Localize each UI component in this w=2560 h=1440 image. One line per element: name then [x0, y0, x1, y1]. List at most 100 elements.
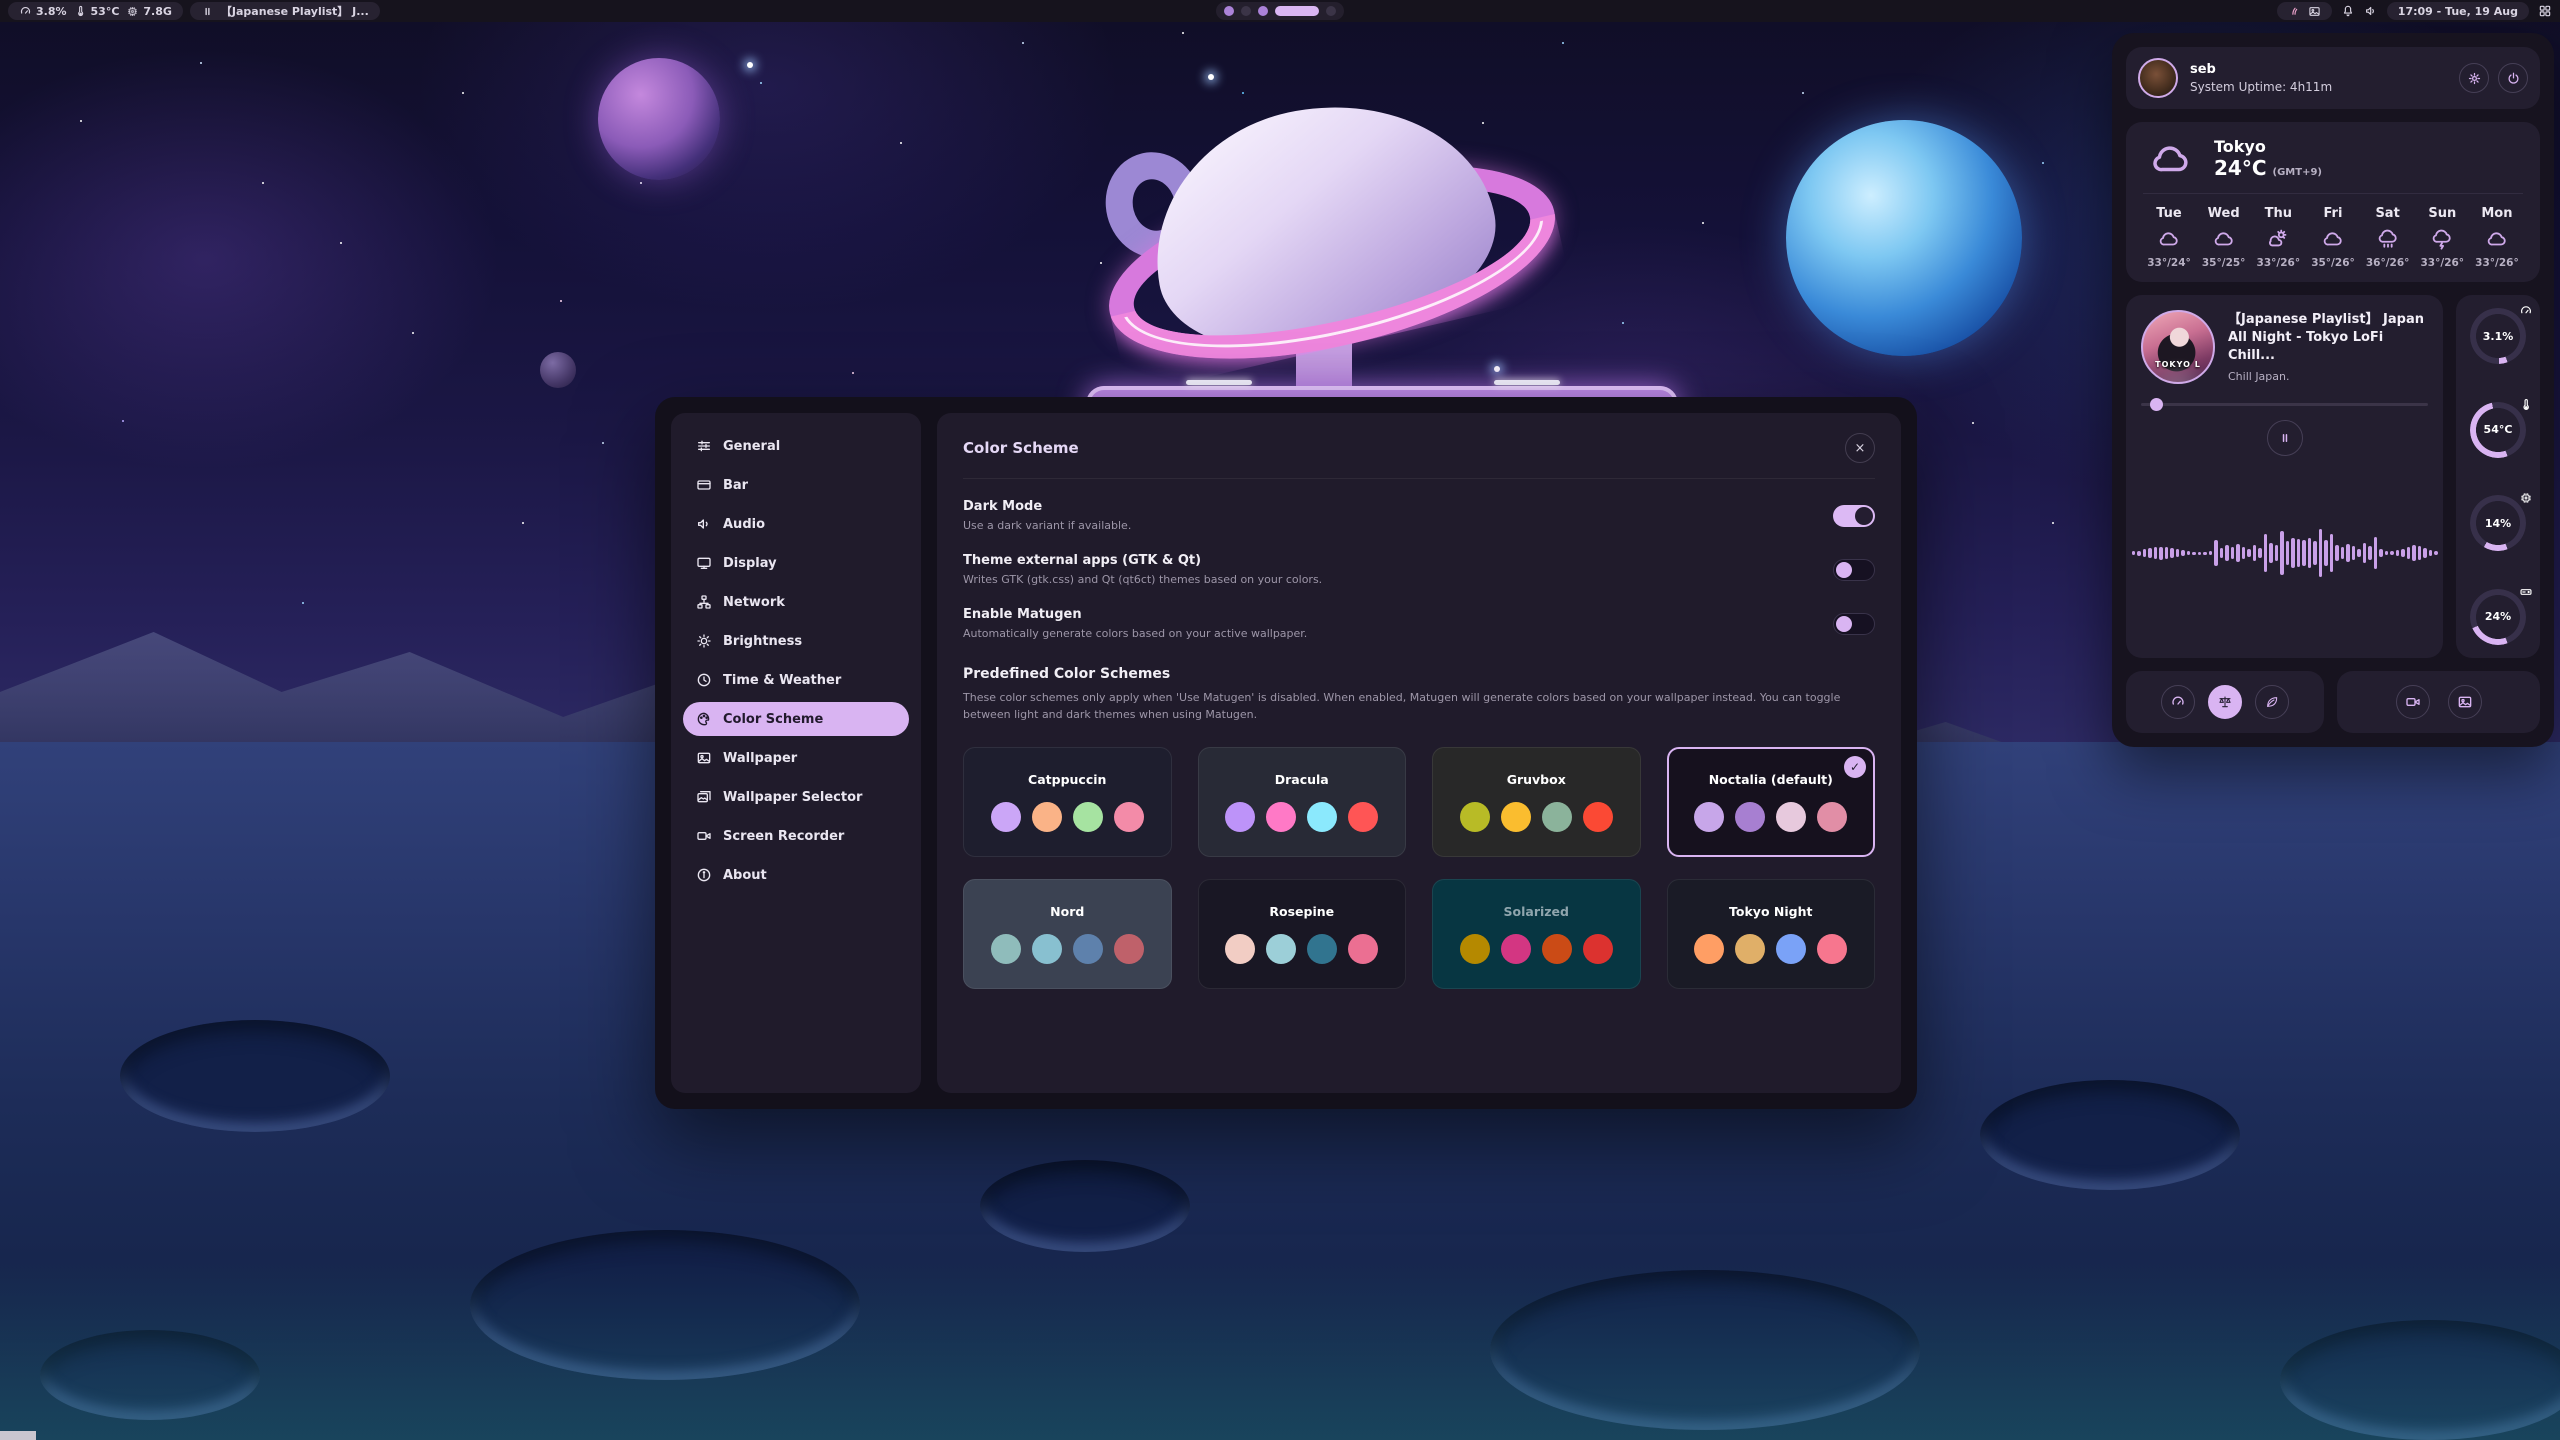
track-title: 【Japanese Playlist】 Japan All Night - To… — [2228, 311, 2428, 366]
sidebar-item-general[interactable]: General — [683, 429, 909, 463]
album-art: TOKYO L — [2141, 310, 2215, 384]
visualizer-bar — [2434, 551, 2438, 555]
workspace-indicator[interactable] — [1216, 2, 1344, 20]
chip-icon — [2519, 490, 2533, 504]
visualizer-bar — [2132, 551, 2136, 555]
star — [747, 62, 753, 68]
scheme-name: Dracula — [1275, 772, 1329, 787]
dark-mode-toggle[interactable] — [1833, 505, 1875, 527]
scheme-card-gruvbox[interactable]: Gruvbox — [1432, 747, 1641, 857]
sidebar-item-audio[interactable]: Audio — [683, 507, 909, 541]
volume-icon[interactable] — [2364, 4, 2378, 18]
visualizer-bar — [2176, 549, 2180, 557]
purple-planet — [598, 58, 720, 180]
scheme-name: Solarized — [1504, 904, 1569, 919]
sidebar-item-display[interactable]: Display — [683, 546, 909, 580]
cpu-usage-gauge: 3.1% — [2469, 307, 2527, 365]
corner-strip — [0, 1431, 36, 1440]
tray-image-icon[interactable] — [2308, 5, 2321, 18]
color-swatch — [1583, 934, 1613, 964]
setting-desc: Writes GTK (gtk.css) and Qt (qt6ct) them… — [963, 573, 1322, 586]
seek-bar[interactable] — [2141, 398, 2428, 411]
sidebar-item-color-scheme[interactable]: Color Scheme — [683, 702, 909, 736]
visualizer-bar — [2143, 549, 2147, 557]
scheme-card-nord[interactable]: Nord — [963, 879, 1172, 989]
clock-pill[interactable]: 17:09 - Tue, 19 Aug — [2387, 2, 2529, 20]
sidebar-item-network[interactable]: Network — [683, 585, 909, 619]
weather-icon — [2484, 228, 2510, 250]
scheme-card-solarized[interactable]: Solarized — [1432, 879, 1641, 989]
profile-performance-button[interactable] — [2161, 685, 2195, 719]
swatch-row — [1460, 934, 1613, 964]
videocam-icon — [2405, 694, 2421, 710]
media-pill[interactable]: 【Japanese Playlist】 J... — [190, 2, 380, 20]
visualizer-bar — [2258, 548, 2262, 558]
setting-title: Theme external apps (GTK & Qt) — [963, 553, 1322, 568]
album-art-caption: TOKYO L — [2143, 360, 2213, 369]
visualizer-bar — [2203, 552, 2207, 555]
close-button[interactable]: × — [1845, 433, 1875, 463]
color-swatch — [1266, 934, 1296, 964]
visualizer-bar — [2236, 544, 2240, 562]
sidebar-item-time-weather[interactable]: Time & Weather — [683, 663, 909, 697]
sidebar-item-label: Audio — [723, 517, 765, 532]
sidebar-item-wallpaper-selector[interactable]: Wallpaper Selector — [683, 780, 909, 814]
scheme-card-rosepine[interactable]: Rosepine — [1198, 879, 1407, 989]
color-swatch — [1501, 934, 1531, 964]
visualizer-bar — [2385, 551, 2389, 555]
visualizer-bar — [2280, 531, 2284, 575]
color-swatch — [1307, 802, 1337, 832]
bell-icon[interactable] — [2341, 4, 2355, 18]
sidebar-item-screen-recorder[interactable]: Screen Recorder — [683, 819, 909, 853]
workspace-dot-1[interactable] — [1224, 6, 1234, 16]
apps-grid-icon[interactable] — [2538, 4, 2552, 18]
color-swatch — [1776, 802, 1806, 832]
sidebar-item-about[interactable]: About — [683, 858, 909, 892]
color-swatch — [1460, 934, 1490, 964]
system-stats-pill[interactable]: 3.8% 53°C 7.8G — [8, 2, 183, 20]
color-swatch — [1735, 802, 1765, 832]
seek-track — [2141, 403, 2428, 406]
scheme-card-noctalia[interactable]: Noctalia (default)✓ — [1667, 747, 1876, 857]
workspace-dot-2[interactable] — [1241, 6, 1251, 16]
workspace-dot-4[interactable] — [1275, 6, 1319, 16]
visualizer-bar — [2187, 551, 2191, 555]
scheme-card-dracula[interactable]: Dracula — [1198, 747, 1407, 857]
sidebar-item-wallpaper[interactable]: Wallpaper — [683, 741, 909, 775]
visualizer-bar — [2291, 538, 2295, 568]
power-button[interactable] — [2498, 63, 2528, 93]
visualizer-bar — [2423, 548, 2427, 558]
visualizer-bar — [2308, 538, 2312, 568]
workspace-dot-3[interactable] — [1258, 6, 1268, 16]
profile-powersaver-button[interactable] — [2255, 685, 2289, 719]
seek-knob[interactable] — [2150, 398, 2163, 411]
sidebar-item-label: General — [723, 439, 780, 454]
settings-button[interactable] — [2459, 63, 2489, 93]
sidebar-item-bar[interactable]: Bar — [683, 468, 909, 502]
theme-external-toggle[interactable] — [1833, 559, 1875, 581]
pause-icon — [201, 5, 214, 18]
workspace-dot-5[interactable] — [1326, 6, 1336, 16]
scheme-card-tokyo-night[interactable]: Tokyo Night — [1667, 879, 1876, 989]
sidebar-item-label: Wallpaper Selector — [723, 790, 862, 805]
screen-recorder-button[interactable] — [2396, 685, 2430, 719]
swatch-row — [1225, 934, 1378, 964]
sidebar-item-brightness[interactable]: Brightness — [683, 624, 909, 658]
color-swatch — [1501, 802, 1531, 832]
color-swatch — [1032, 802, 1062, 832]
settings-window: General Bar Audio Display Network Bright… — [655, 397, 1917, 1109]
tray-app-icon[interactable] — [2288, 5, 2301, 18]
visualizer-bar — [2418, 546, 2422, 560]
matugen-toggle[interactable] — [1833, 613, 1875, 635]
system-tray[interactable] — [2277, 2, 2332, 20]
pause-button[interactable] — [2267, 420, 2303, 456]
visualizer-bar — [2297, 539, 2301, 567]
color-swatch — [1776, 934, 1806, 964]
crater — [1980, 1080, 2240, 1190]
scheme-card-catppuccin[interactable]: Catppuccin — [963, 747, 1172, 857]
visualizer-bar — [2368, 546, 2372, 560]
bar-icon — [696, 477, 712, 493]
user-name: seb — [2190, 62, 2332, 77]
profile-balanced-button[interactable] — [2208, 685, 2242, 719]
wallpaper-button[interactable] — [2448, 685, 2482, 719]
